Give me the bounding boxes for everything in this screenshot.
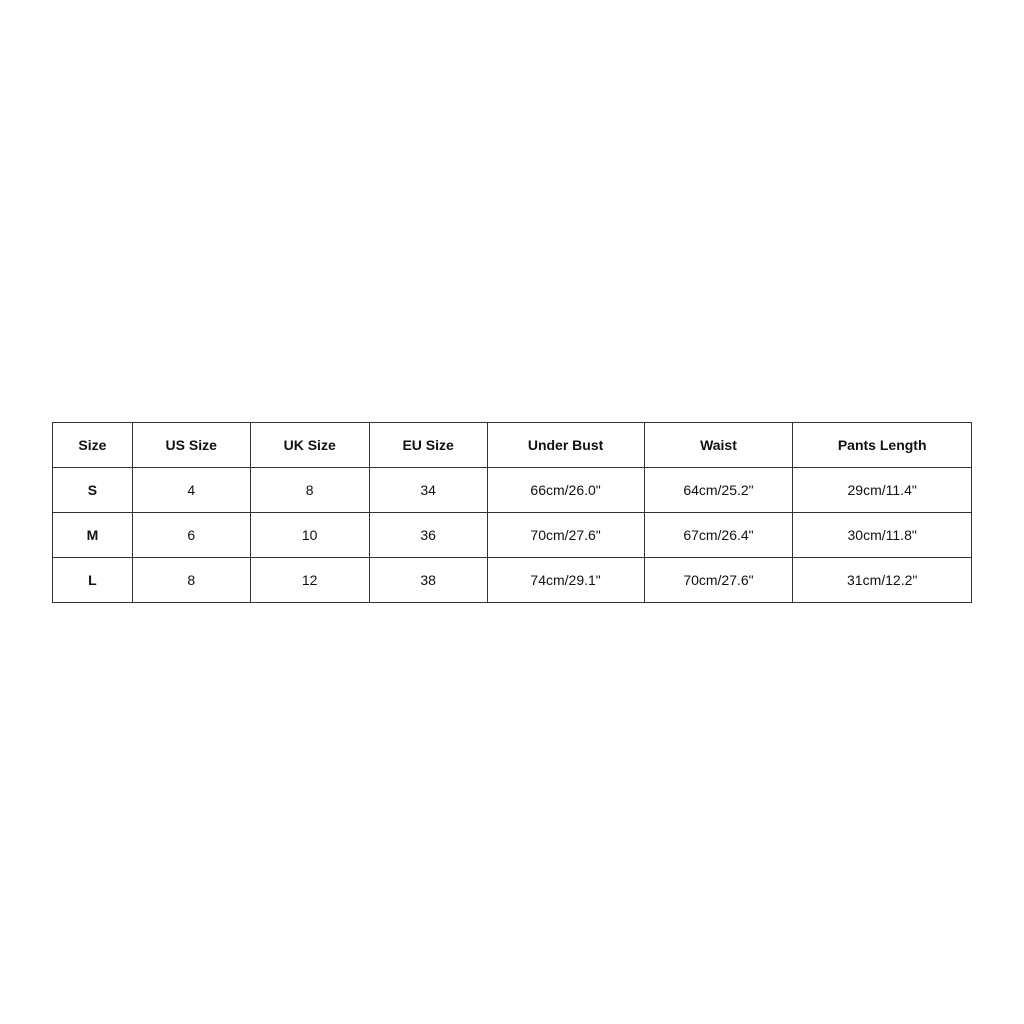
col-header-size: Size (53, 422, 133, 467)
cell-uk-size-m: 10 (250, 512, 369, 557)
col-header-pants-length: Pants Length (793, 422, 972, 467)
cell-us-size-l: 8 (132, 557, 250, 602)
table-header-row: Size US Size UK Size EU Size Under Bust … (53, 422, 972, 467)
cell-uk-size-l: 12 (250, 557, 369, 602)
col-header-under-bust: Under Bust (487, 422, 644, 467)
cell-under-bust-s: 66cm/26.0" (487, 467, 644, 512)
col-header-eu-size: EU Size (369, 422, 487, 467)
col-header-waist: Waist (644, 422, 793, 467)
cell-us-size-m: 6 (132, 512, 250, 557)
cell-size-m: M (53, 512, 133, 557)
table-row: M 6 10 36 70cm/27.6" 67cm/26.4" 30cm/11.… (53, 512, 972, 557)
col-header-us-size: US Size (132, 422, 250, 467)
table-row: S 4 8 34 66cm/26.0" 64cm/25.2" 29cm/11.4… (53, 467, 972, 512)
cell-waist-m: 67cm/26.4" (644, 512, 793, 557)
cell-under-bust-l: 74cm/29.1" (487, 557, 644, 602)
cell-uk-size-s: 8 (250, 467, 369, 512)
cell-size-s: S (53, 467, 133, 512)
cell-eu-size-m: 36 (369, 512, 487, 557)
cell-waist-s: 64cm/25.2" (644, 467, 793, 512)
cell-pants-length-l: 31cm/12.2" (793, 557, 972, 602)
cell-waist-l: 70cm/27.6" (644, 557, 793, 602)
col-header-uk-size: UK Size (250, 422, 369, 467)
cell-pants-length-s: 29cm/11.4" (793, 467, 972, 512)
table-row: L 8 12 38 74cm/29.1" 70cm/27.6" 31cm/12.… (53, 557, 972, 602)
size-chart-table: Size US Size UK Size EU Size Under Bust … (52, 422, 972, 603)
cell-pants-length-m: 30cm/11.8" (793, 512, 972, 557)
cell-under-bust-m: 70cm/27.6" (487, 512, 644, 557)
cell-eu-size-s: 34 (369, 467, 487, 512)
size-chart-container: Size US Size UK Size EU Size Under Bust … (52, 422, 972, 603)
cell-size-l: L (53, 557, 133, 602)
cell-us-size-s: 4 (132, 467, 250, 512)
cell-eu-size-l: 38 (369, 557, 487, 602)
